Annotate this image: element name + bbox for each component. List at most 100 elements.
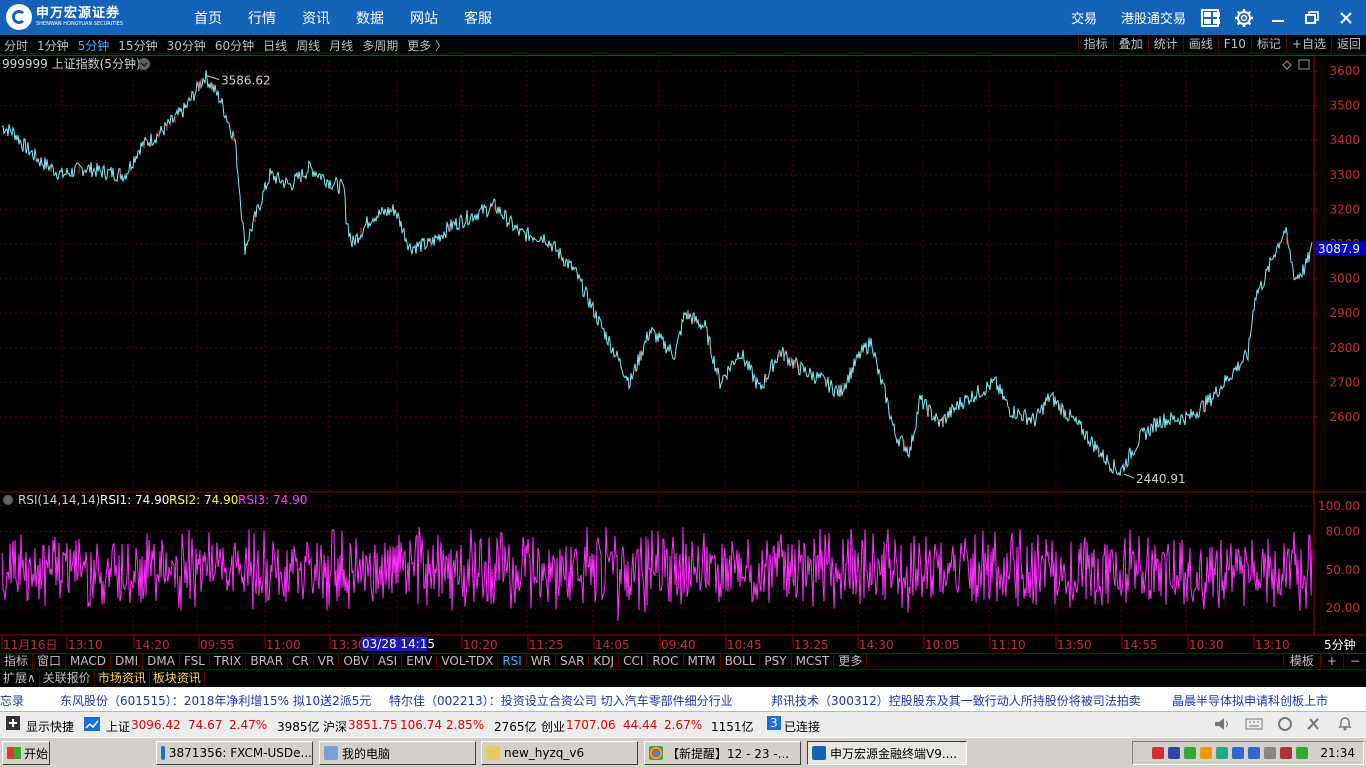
tray-icon[interactable] (1264, 747, 1277, 759)
chart-tool-5[interactable]: 标记 (1250, 35, 1286, 54)
indicator-tab-13[interactable]: VOL-TDX (437, 654, 499, 669)
add-window-button[interactable]: + (1319, 654, 1343, 669)
indicator-tab-14[interactable]: RSI (498, 654, 527, 669)
remove-window-button[interactable]: − (1342, 654, 1366, 669)
tab-sector-news[interactable]: 板块资讯 (150, 670, 205, 687)
chart-tool-2[interactable]: 统计 (1147, 35, 1183, 54)
indicator-tab-15[interactable]: WR (527, 654, 557, 669)
tab-market-news[interactable]: 市场资讯 (95, 670, 150, 687)
ticker-item[interactable]: 邦讯技术（300312）控股股东及其一致行动人所持股份将被司法拍卖 (771, 692, 1141, 709)
start-button[interactable]: 开始 (2, 741, 50, 765)
bell-icon[interactable] (1336, 717, 1354, 734)
rsi-title[interactable]: RSI(14,14,14) (18, 493, 100, 507)
restore-icon[interactable] (1302, 8, 1322, 28)
indicator-tab-5[interactable]: FSL (180, 654, 210, 669)
indicator-tab-7[interactable]: BRAR (246, 654, 289, 669)
period-4[interactable]: 30分钟 (167, 37, 206, 54)
indicator-tab-18[interactable]: CCI (619, 654, 649, 669)
rsi-dropdown-icon[interactable] (3, 495, 13, 505)
indicator-tab-9[interactable]: VR (314, 654, 340, 669)
indicator-tab-8[interactable]: CR (288, 654, 314, 669)
taskbar-item[interactable]: new_hyzq_v6 (481, 741, 638, 765)
chart-tool-6[interactable]: +自选 (1285, 35, 1331, 54)
trade-link[interactable]: 交易 (1071, 8, 1097, 27)
keyboard-icon[interactable] (1245, 717, 1263, 734)
period-0[interactable]: 分时 (4, 37, 28, 54)
indicator-tab-10[interactable]: OBV (339, 654, 374, 669)
ticker-item[interactable]: 东风股份（601515）：2018年净利增15% 拟10送2派5元 (60, 692, 371, 709)
speaker-icon[interactable] (1214, 717, 1232, 734)
indicator-tab-4[interactable]: DMA (143, 654, 180, 669)
period-1[interactable]: 1分钟 (37, 37, 69, 54)
period-3[interactable]: 15分钟 (118, 37, 157, 54)
nav-data[interactable]: 数据 (356, 8, 384, 28)
headset-icon[interactable] (1276, 717, 1294, 734)
indicator-tab-0[interactable]: 指标 (0, 654, 34, 669)
indicator-tab-21[interactable]: BOLL (721, 654, 761, 669)
taskbar-item[interactable]: 【新提醒】12 - 23 -... (644, 741, 801, 765)
period-10[interactable]: 更多 〉 (407, 37, 447, 54)
chart-title[interactable]: 999999 上证指数(5分钟) (2, 56, 141, 71)
indicator-tab-17[interactable]: KDJ (589, 654, 620, 669)
grid-icon[interactable] (1200, 8, 1220, 28)
indicator-tab-1[interactable]: 窗口 (33, 654, 67, 669)
indicator-tab-3[interactable]: DMI (111, 654, 144, 669)
tray-icon[interactable] (1216, 747, 1229, 759)
chart-tool-0[interactable]: 指标 (1077, 35, 1113, 54)
minimize-icon[interactable] (1268, 8, 1288, 28)
tray-icon[interactable] (1296, 747, 1309, 759)
tray-icon[interactable] (1184, 747, 1197, 759)
close-icon[interactable] (1336, 8, 1356, 28)
chart-tool-4[interactable]: F10 (1217, 35, 1251, 54)
plus-icon[interactable] (6, 716, 20, 733)
taskbar-item[interactable]: 我的电脑 (319, 741, 476, 765)
chart-area[interactable]: 3586.622440.91 3600350034003300320031003… (0, 55, 1366, 655)
tray-icon[interactable] (1232, 747, 1245, 759)
tray-icon[interactable] (1200, 747, 1213, 759)
clock[interactable]: 21:34 (1320, 746, 1355, 760)
ticker-item[interactable]: 忘录 (0, 692, 24, 709)
indicator-tab-22[interactable]: PSY (760, 654, 792, 669)
tray-icon[interactable] (1280, 747, 1293, 759)
chart-tool-3[interactable]: 画线 (1182, 35, 1218, 54)
indicator-tab-6[interactable]: TRIX (210, 654, 247, 669)
indicator-tab-11[interactable]: ASI (374, 654, 403, 669)
chart-title-dropdown-icon[interactable] (138, 58, 150, 70)
period-8[interactable]: 月线 (329, 37, 353, 54)
indicator-tab-16[interactable]: SAR (556, 654, 590, 669)
period-6[interactable]: 日线 (263, 37, 287, 54)
ticker-item[interactable]: 晶晨半导体拟申请科创板上市 (1172, 692, 1328, 709)
nav-website[interactable]: 网站 (410, 8, 438, 28)
indicator-tab-2[interactable]: MACD (66, 654, 112, 669)
tray-icon[interactable] (1248, 747, 1261, 759)
indicator-tab-20[interactable]: MTM (684, 654, 721, 669)
kline-chart-svg[interactable]: 3586.622440.91 3600350034003300320031003… (0, 55, 1366, 655)
tab-expand[interactable]: 扩展∧ (0, 670, 40, 687)
tray-icon[interactable] (1152, 747, 1165, 759)
nav-news[interactable]: 资讯 (302, 8, 330, 28)
tab-related-quotes[interactable]: 关联报价 (40, 670, 95, 687)
ticker-item[interactable]: 特尔佳（002213）：投资设立合资公司 切入汽车零部件细分行业 (389, 692, 733, 709)
chart-tool-1[interactable]: 叠加 (1112, 35, 1148, 54)
period-5[interactable]: 60分钟 (215, 37, 254, 54)
period-7[interactable]: 周线 (296, 37, 320, 54)
nav-quotes[interactable]: 行情 (248, 8, 276, 28)
nav-home[interactable]: 首页 (194, 8, 222, 28)
gear-icon[interactable] (1234, 8, 1254, 28)
chart-icon[interactable] (84, 717, 100, 734)
template-button[interactable]: 模板 (1282, 654, 1320, 669)
chart-tool-7[interactable]: 返回 (1330, 35, 1366, 54)
tools-icon[interactable] (1305, 717, 1323, 734)
tray-icon[interactable] (1168, 747, 1181, 759)
show-shortcut-label[interactable]: 显示快捷 (26, 718, 74, 735)
indicator-tab-24[interactable]: 更多 (834, 654, 868, 669)
nav-service[interactable]: 客服 (464, 8, 492, 28)
taskbar-item[interactable]: 3871356: FXCM-USDe... (156, 741, 313, 765)
indicator-tab-19[interactable]: ROC (648, 654, 684, 669)
period-2[interactable]: 5分钟 (78, 37, 110, 54)
period-9[interactable]: 多周期 (362, 37, 398, 54)
taskbar-item[interactable]: 申万宏源金融终端V9.... (807, 741, 967, 765)
indicator-tab-23[interactable]: MCST (792, 654, 835, 669)
indicator-tab-12[interactable]: EMV (402, 654, 438, 669)
hk-connect-trade-link[interactable]: 港股通交易 (1121, 8, 1186, 27)
